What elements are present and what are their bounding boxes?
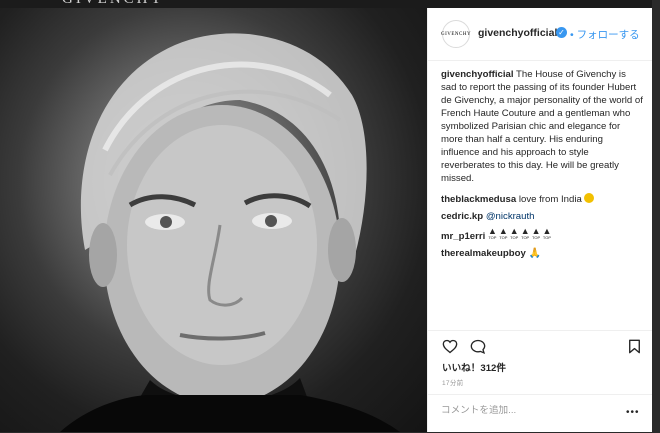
post-side-panel: GIVENCHY givenchyofficial ✓ • フォローする giv… [427, 8, 653, 432]
comment-bubble-icon[interactable] [470, 339, 486, 354]
top-emoji-icon: ▲ TOP [531, 226, 541, 241]
post-caption: givenchyofficial The House of Givenchy i… [441, 68, 643, 185]
caption-username[interactable]: givenchyofficial [441, 69, 514, 80]
post-timestamp[interactable]: 17分前 [442, 377, 463, 387]
post-username[interactable]: givenchyofficial [478, 27, 557, 39]
comment-username[interactable]: cedric.kp [441, 211, 483, 222]
browser-top-bar: GIVENCHY [0, 0, 660, 8]
top-emoji-icon: ▲ TOP [487, 226, 497, 241]
likes-count[interactable]: いいね！312件 [442, 360, 506, 374]
add-comment-bar: ••• [428, 394, 653, 433]
comment-item: mr_p1erri ▲ TOP ▲ TOP ▲ TOP ▲ TOP ▲ TOP ▲ TOP [441, 227, 643, 243]
portrait-image [60, 33, 400, 432]
praying-hands-emoji-icon: 🙏 [528, 248, 541, 259]
comment-list: givenchyofficial The House of Givenchy i… [441, 68, 643, 264]
comment-item: theblackmedusa love from India [441, 193, 643, 206]
top-emoji-icon: ▲ TOP [509, 226, 519, 241]
comment-username[interactable]: theblackmedusa [441, 194, 516, 205]
comment-item: therealmakeupboy 🙏 [441, 247, 643, 260]
avatar-text: GIVENCHY [440, 31, 472, 37]
caption-text: The House of Givenchy is sad to report t… [441, 69, 643, 184]
comment-mention-link[interactable]: @nickrauth [486, 211, 535, 222]
avatar[interactable]: GIVENCHY [440, 20, 472, 48]
comment-username[interactable]: mr_p1erri [441, 231, 485, 242]
smiling-face-emoji-icon [584, 193, 595, 203]
verified-badge-icon: ✓ [556, 27, 567, 38]
comment-text: love from India [518, 194, 582, 205]
add-comment-input[interactable] [441, 405, 621, 416]
comment-username[interactable]: therealmakeupboy [441, 248, 526, 259]
more-options-icon[interactable]: ••• [626, 407, 640, 418]
page-background-edge [652, 0, 660, 432]
top-emoji-icon: ▲ TOP [542, 226, 552, 241]
top-emoji-icon: ▲ TOP [498, 226, 508, 241]
bookmark-icon[interactable] [628, 339, 641, 354]
comment-item: cedric.kp @nickrauth [441, 210, 643, 223]
brand-logo: GIVENCHY [62, 0, 164, 8]
heart-icon[interactable] [442, 339, 458, 354]
follow-button[interactable]: • フォローする [570, 27, 640, 42]
post-photo[interactable] [0, 0, 427, 432]
post-header: GIVENCHY givenchyofficial ✓ • フォローする [428, 8, 653, 61]
top-emoji-icon: ▲ TOP [520, 226, 530, 241]
post-actions [428, 330, 653, 359]
